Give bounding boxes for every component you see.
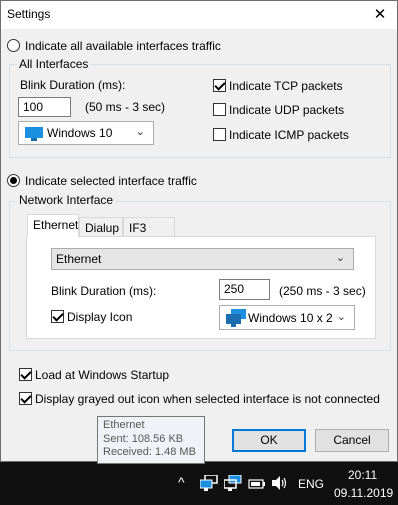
interface-combo[interactable]: Ethernet ⌄ [51, 248, 354, 270]
selected-interface-radio[interactable]: Indicate selected interface traffic [7, 174, 197, 190]
grayed-label: Display grayed out icon when selected in… [35, 392, 380, 406]
tooltip-sent: Sent: 108.56 KB [103, 432, 184, 445]
battery-icon[interactable] [248, 478, 266, 490]
close-icon[interactable]: ✕ [363, 1, 397, 29]
monitor-icon [25, 127, 43, 141]
display-icon-label: Display Icon [67, 310, 133, 324]
all-icon-combo-value: Windows 10 [47, 126, 113, 140]
all-blink-label: Blink Duration (ms): [20, 78, 126, 92]
tab-dialup-label: Dialup [85, 221, 120, 235]
startup-label: Load at Windows Startup [35, 368, 170, 382]
tab-if3-label: IF3 [129, 221, 147, 235]
tab-panel: Ethernet ⌄ Blink Duration (ms): 250 (250… [26, 236, 376, 339]
interface-combo-value: Ethernet [56, 252, 102, 266]
tab-dialup[interactable]: Dialup [79, 217, 123, 237]
selected-blink-label: Blink Duration (ms): [51, 284, 157, 298]
display-icon-checkbox-box[interactable] [51, 310, 64, 323]
network-tray-icon-2[interactable] [224, 475, 242, 491]
all-interfaces-label: Indicate all available interfaces traffi… [25, 39, 221, 53]
clock-date[interactable]: 09.11.2019 [334, 486, 393, 500]
startup-checkbox-box[interactable] [19, 368, 32, 381]
display-icon-checkbox[interactable]: Display Icon [51, 310, 132, 326]
selected-blink-range: (250 ms - 3 sec) [279, 284, 366, 298]
language-indicator[interactable]: ENG [298, 477, 324, 491]
tab-if3[interactable]: IF3 [123, 217, 175, 237]
chevron-down-icon: ⌄ [135, 126, 145, 138]
selected-icon-combo-value: Windows 10 x 2 [248, 311, 333, 325]
grayed-checkbox-box[interactable] [19, 392, 32, 405]
tooltip-title: Ethernet [103, 419, 145, 431]
title-bar: Settings ✕ [1, 1, 397, 29]
clock-time[interactable]: 20:11 [348, 468, 377, 482]
selected-interface-radio-button[interactable] [7, 174, 20, 187]
tooltip-received: Received: 1.48 MB [103, 446, 196, 458]
show-hidden-icons[interactable]: ^ [178, 474, 185, 490]
selected-icon-combo[interactable]: Windows 10 x 2 ⌄ [219, 305, 355, 330]
window-title: Settings [7, 7, 51, 21]
udp-checkbox-box[interactable] [213, 103, 226, 116]
all-interfaces-radio[interactable]: Indicate all available interfaces traffi… [7, 39, 221, 55]
all-icon-combo[interactable]: Windows 10 ⌄ [18, 121, 154, 145]
tcp-checkbox[interactable]: Indicate TCP packets [213, 79, 343, 95]
selected-interface-label: Indicate selected interface traffic [25, 174, 197, 188]
network-interface-group-label: Network Interface [17, 193, 116, 207]
volume-icon[interactable] [272, 476, 288, 490]
dual-monitor-icon [226, 309, 246, 327]
chevron-down-icon: ⌄ [336, 311, 346, 323]
tcp-checkbox-box[interactable] [213, 79, 226, 92]
settings-window: Settings ✕ Indicate all available interf… [0, 0, 398, 462]
icmp-label: Indicate ICMP packets [229, 128, 349, 142]
selected-blink-input[interactable]: 250 [219, 279, 270, 300]
udp-checkbox[interactable]: Indicate UDP packets [213, 103, 344, 119]
grayed-checkbox[interactable]: Display grayed out icon when selected in… [19, 392, 380, 408]
taskbar: ^ ENG 20:11 09.11.2019 [0, 462, 398, 505]
all-interfaces-group-label: All Interfaces [17, 57, 91, 71]
udp-label: Indicate UDP packets [229, 103, 345, 117]
all-interfaces-radio-button[interactable] [7, 39, 20, 52]
startup-checkbox[interactable]: Load at Windows Startup [19, 368, 169, 384]
tab-ethernet[interactable]: Ethernet [27, 214, 79, 237]
chevron-down-icon: ⌄ [335, 252, 345, 264]
network-tooltip: Ethernet Sent: 108.56 KB Received: 1.48 … [97, 416, 205, 464]
all-blink-input[interactable]: 100 [18, 97, 71, 117]
tab-ethernet-label: Ethernet [33, 218, 79, 232]
icmp-checkbox-box[interactable] [213, 128, 226, 141]
network-tray-icon-1[interactable] [200, 475, 218, 491]
icmp-checkbox[interactable]: Indicate ICMP packets [213, 128, 349, 144]
tcp-label: Indicate TCP packets [229, 79, 343, 93]
cancel-button[interactable]: Cancel [315, 429, 389, 452]
all-blink-range: (50 ms - 3 sec) [85, 100, 166, 114]
ok-button[interactable]: OK [232, 429, 306, 452]
